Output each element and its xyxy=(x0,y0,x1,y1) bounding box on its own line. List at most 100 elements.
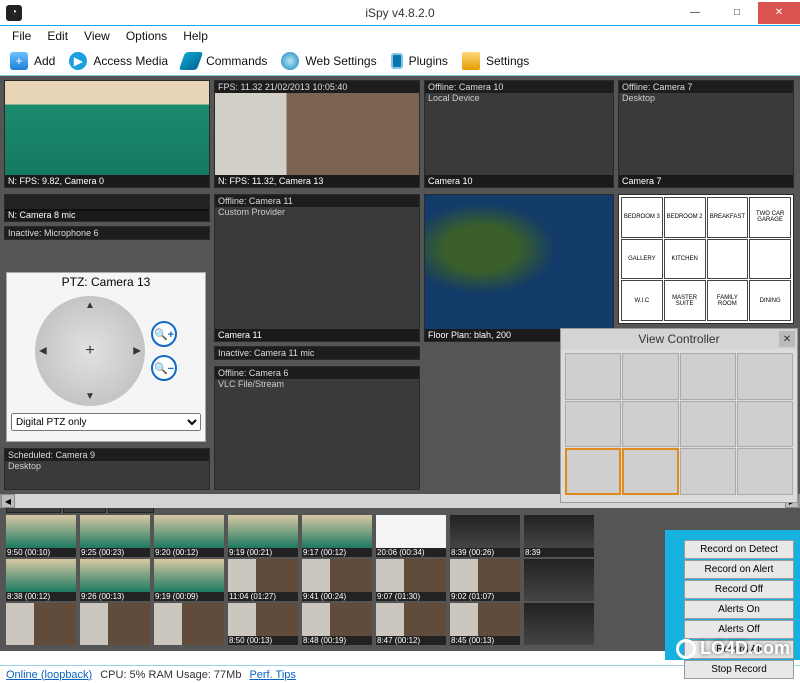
camera-6-sub: VLC File/Stream xyxy=(215,379,419,389)
status-online-link[interactable]: Online (loopback) xyxy=(6,669,92,681)
arrow-down-icon[interactable]: ▼ xyxy=(85,391,95,402)
camera-6[interactable]: Offline: Camera 6 VLC File/Stream xyxy=(214,366,420,490)
titlebar: ◔ iSpy v4.8.2.0 — □ ✕ xyxy=(0,0,800,26)
camera-8-mic-label: N: Camera 8 mic xyxy=(5,209,209,221)
settings-icon xyxy=(462,52,480,70)
thumbnail[interactable]: 9:25 (00:23) xyxy=(80,515,150,557)
thumbnail[interactable]: 8:38 (00:12) xyxy=(6,559,76,601)
thumbnail[interactable]: 9:07 (01:30) xyxy=(376,559,446,601)
camera-11[interactable]: Offline: Camera 11 Custom Provider Camer… xyxy=(214,194,420,342)
thumbnail[interactable]: 9:41 (00:24) xyxy=(302,559,372,601)
menu-edit[interactable]: Edit xyxy=(41,27,74,45)
toolbar-commands[interactable]: Commands xyxy=(182,52,267,70)
thumbnail[interactable] xyxy=(80,603,150,645)
floor-plan-rooms: BEDROOM 3BEDROOM 2BREAKFASTTWO CAR GARAG… xyxy=(619,195,793,323)
camera-7-sub: Desktop xyxy=(619,93,793,103)
camera-11-header: Offline: Camera 11 xyxy=(215,195,419,207)
thumbnail[interactable]: 8:45 (00:13) xyxy=(450,603,520,645)
side-button-0[interactable]: Record on Detect xyxy=(684,540,794,559)
camera-11-footer: Camera 11 xyxy=(215,329,419,341)
camera-7-footer: Camera 7 xyxy=(619,175,793,187)
camera-11-mic[interactable]: Inactive: Camera 11 mic xyxy=(214,346,420,360)
floor-plan[interactable]: BEDROOM 3BEDROOM 2BREAKFASTTWO CAR GARAG… xyxy=(618,194,794,324)
side-button-4[interactable]: Alerts Off xyxy=(684,620,794,639)
ptz-center-icon[interactable]: + xyxy=(85,342,94,360)
camera-13[interactable]: FPS: 11.32 21/02/2013 10:05:40 N: FPS: 1… xyxy=(214,80,420,188)
thumbnail[interactable]: 9:19 (00:21) xyxy=(228,515,298,557)
toolbar-plugins[interactable]: Plugins xyxy=(391,53,448,69)
zoom-out-button[interactable]: 🔍− xyxy=(151,355,177,381)
camera-11-sub: Custom Provider xyxy=(215,207,419,217)
window-title: iSpy v4.8.2.0 xyxy=(365,6,434,20)
camera-6-header: Offline: Camera 6 xyxy=(215,367,419,379)
toolbar-add[interactable]: +Add xyxy=(10,52,55,70)
microphone-6[interactable]: Inactive: Microphone 6 xyxy=(4,226,210,240)
side-button-6[interactable]: Stop Record xyxy=(684,660,794,679)
thumbnail[interactable]: 11:04 (01:27) xyxy=(228,559,298,601)
thumbnail[interactable]: 9:02 (01:07) xyxy=(450,559,520,601)
camera-11-mic-label: Inactive: Camera 11 mic xyxy=(215,347,419,359)
thumbnail[interactable] xyxy=(6,603,76,645)
camera-7-header: Offline: Camera 7 xyxy=(619,81,793,93)
menu-view[interactable]: View xyxy=(78,27,116,45)
menu-help[interactable]: Help xyxy=(177,27,214,45)
thumbnail[interactable]: 9:50 (00:10) xyxy=(6,515,76,557)
ptz-dpad[interactable]: ▲ ▼ ▶ ◀ + xyxy=(35,296,145,406)
thumbnail[interactable]: 8:48 (00:19) xyxy=(302,603,372,645)
camera-9-header: Scheduled: Camera 9 xyxy=(5,449,209,461)
toolbar-web-settings[interactable]: Web Settings xyxy=(281,52,376,70)
view-controller-close[interactable]: ✕ xyxy=(779,331,795,347)
camera-0[interactable]: N: FPS: 9.82, Camera 0 xyxy=(4,80,210,188)
media-icon: ▶ xyxy=(69,52,87,70)
thumbnail[interactable]: 9:26 (00:13) xyxy=(80,559,150,601)
globe-icon xyxy=(281,52,299,70)
side-button-1[interactable]: Record on Alert xyxy=(684,560,794,579)
toolbar-access-media[interactable]: ▶Access Media xyxy=(69,52,168,70)
arrow-up-icon[interactable]: ▲ xyxy=(85,300,95,311)
camera-9-sub: Desktop xyxy=(5,461,209,471)
thumbnail[interactable]: 9:20 (00:12) xyxy=(154,515,224,557)
thumbnail[interactable]: 8:39 (00:26) xyxy=(450,515,520,557)
zoom-in-button[interactable]: 🔍+ xyxy=(151,321,177,347)
camera-8-mic[interactable]: N: Camera 8 mic xyxy=(4,194,210,222)
close-button[interactable]: ✕ xyxy=(758,2,800,24)
menu-file[interactable]: File xyxy=(6,27,37,45)
maximize-button[interactable]: □ xyxy=(716,2,758,24)
toolbar: +Add ▶Access Media Commands Web Settings… xyxy=(0,46,800,76)
plugin-icon xyxy=(391,53,403,69)
microphone-6-label: Inactive: Microphone 6 xyxy=(5,227,209,239)
camera-10-footer: Camera 10 xyxy=(425,175,613,187)
status-perf-link[interactable]: Perf. Tips xyxy=(249,669,295,681)
arrow-right-icon[interactable]: ▶ xyxy=(133,346,141,357)
world-map[interactable]: Floor Plan: blah, 200 xyxy=(424,194,614,342)
view-controller-grid[interactable] xyxy=(561,349,797,499)
minimize-button[interactable]: — xyxy=(674,2,716,24)
thumbnail[interactable]: 9:19 (00:09) xyxy=(154,559,224,601)
thumbnail[interactable]: 8:50 (00:13) xyxy=(228,603,298,645)
thumbnail[interactable] xyxy=(524,559,594,601)
camera-10-header: Offline: Camera 10 xyxy=(425,81,613,93)
ptz-panel: PTZ: Camera 13 ▲ ▼ ▶ ◀ + 🔍+ 🔍− Digital P… xyxy=(6,272,206,442)
thumbnail[interactable]: 9:17 (00:12) xyxy=(302,515,372,557)
ptz-mode-select[interactable]: Digital PTZ only xyxy=(11,413,201,431)
camera-13-header: FPS: 11.32 21/02/2013 10:05:40 xyxy=(215,81,419,93)
view-controller[interactable]: View Controller ✕ xyxy=(560,328,798,503)
camera-7[interactable]: Offline: Camera 7 Desktop Camera 7 xyxy=(618,80,794,188)
toolbar-settings[interactable]: Settings xyxy=(462,52,529,70)
side-button-3[interactable]: Alerts On xyxy=(684,600,794,619)
thumbnail[interactable] xyxy=(524,603,594,645)
menu-options[interactable]: Options xyxy=(120,27,173,45)
statusbar: Online (loopback) CPU: 5% RAM Usage: 77M… xyxy=(0,665,800,683)
thumbnail[interactable]: 8:39 xyxy=(524,515,594,557)
thumbnail[interactable]: 8:47 (00:12) xyxy=(376,603,446,645)
arrow-left-icon[interactable]: ◀ xyxy=(39,346,47,357)
camera-10-sub: Local Device xyxy=(425,93,613,103)
side-button-2[interactable]: Record Off xyxy=(684,580,794,599)
thumbnail[interactable] xyxy=(154,603,224,645)
thumbnail[interactable]: 20:06 (00:34) xyxy=(376,515,446,557)
status-cpu: CPU: 5% RAM Usage: 77Mb xyxy=(100,669,241,681)
view-controller-title: View Controller xyxy=(638,332,719,346)
camera-9[interactable]: Scheduled: Camera 9 Desktop xyxy=(4,448,210,490)
camera-10[interactable]: Offline: Camera 10 Local Device Camera 1… xyxy=(424,80,614,188)
scroll-left-icon[interactable]: ◀ xyxy=(1,494,15,508)
